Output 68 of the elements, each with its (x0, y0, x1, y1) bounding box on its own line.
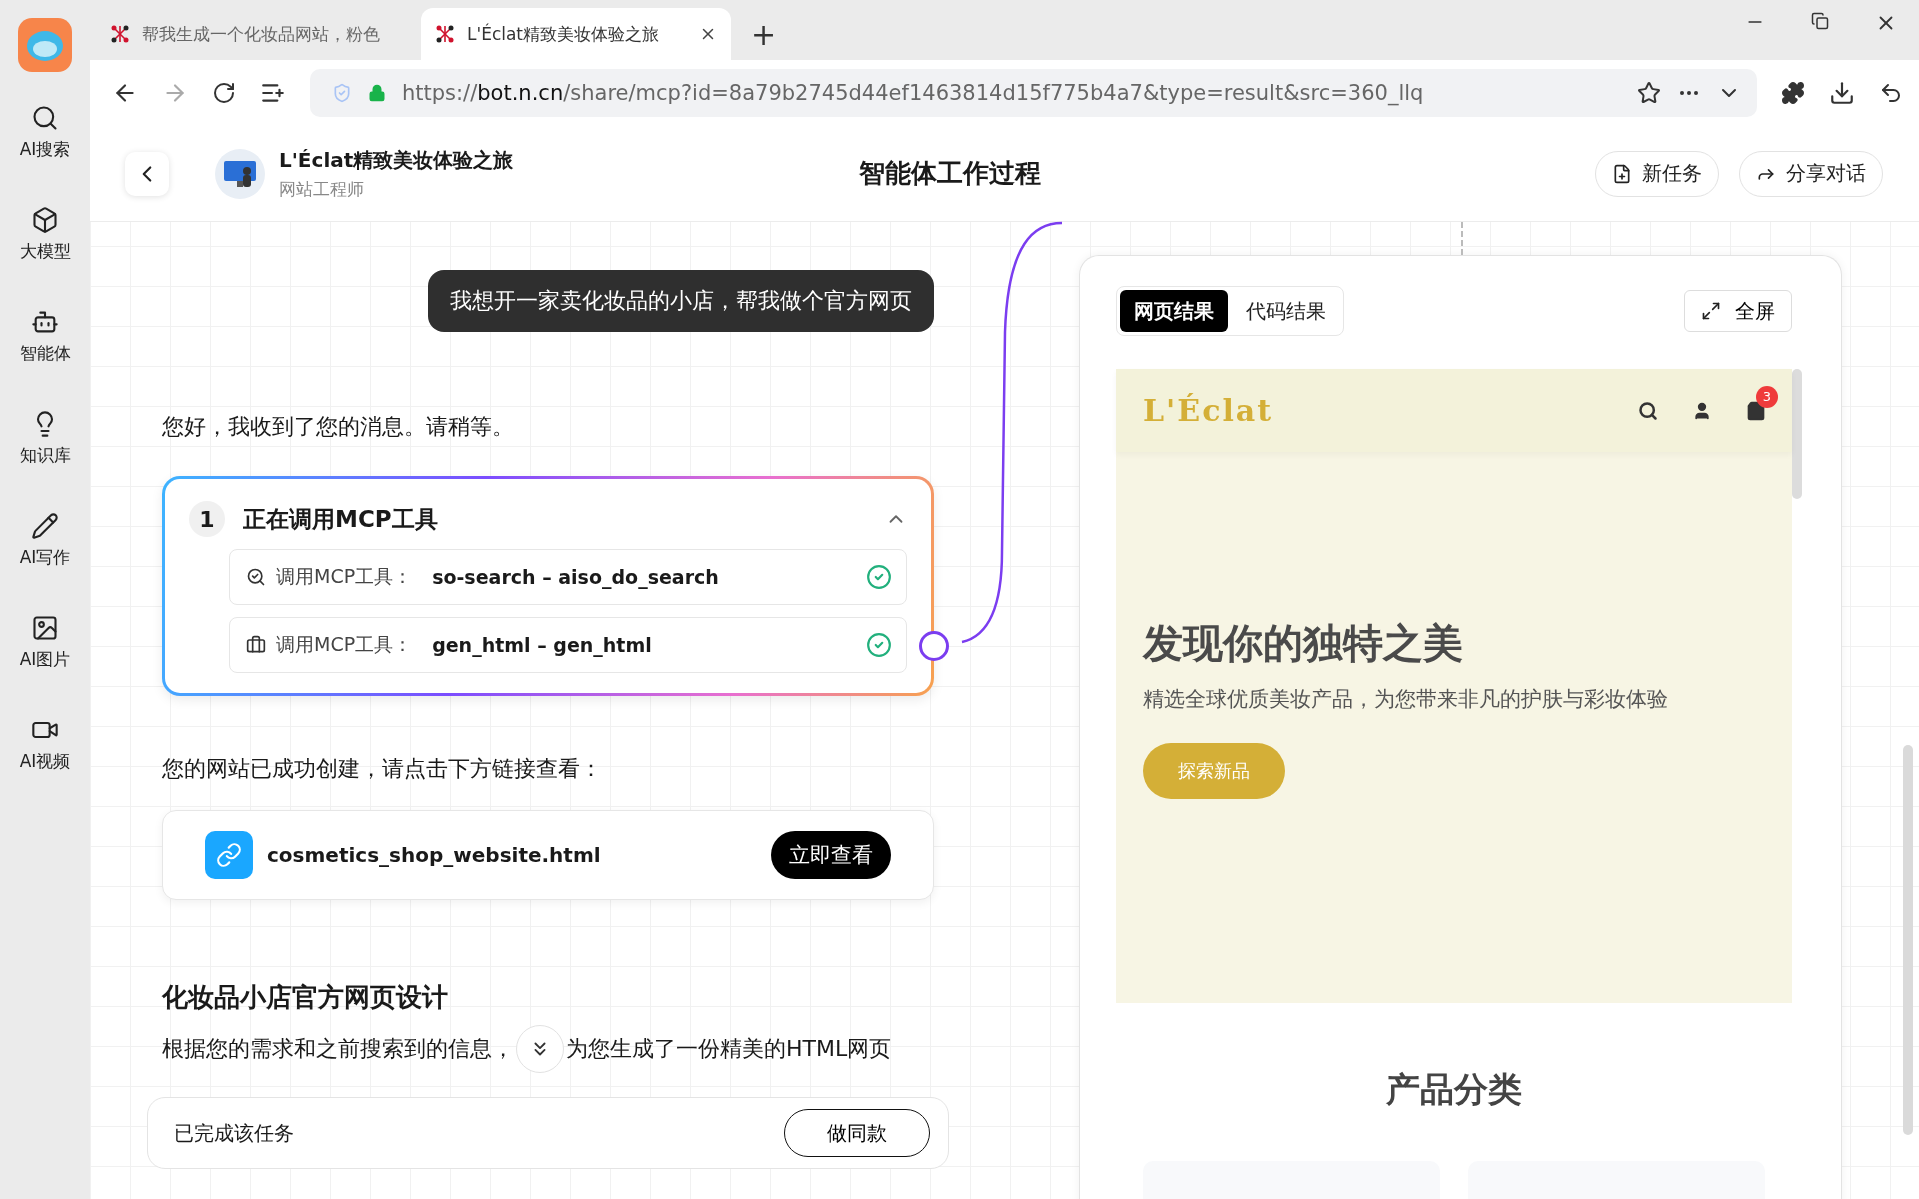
star-icon[interactable] (1637, 81, 1661, 105)
file-name: cosmetics_shop_website.html (267, 843, 602, 867)
back-button[interactable] (125, 151, 169, 196)
search-icon[interactable] (1638, 400, 1658, 421)
header-button[interactable]: 新任务 (1595, 150, 1719, 197)
cart-count-badge: 3 (1756, 385, 1778, 408)
chat-title: L'Éclat精致美妆体验之旅 (279, 146, 515, 174)
tool-call-label: 调用MCP工具： (276, 564, 413, 589)
new-tab-button[interactable]: + (751, 17, 777, 52)
section-text: 为您生成了一份精美的HTML网页 (566, 1035, 892, 1063)
expand-icon (1701, 301, 1721, 321)
sidebar-label[interactable]: AI写作 (19, 546, 71, 569)
scrollbar[interactable] (1792, 369, 1802, 499)
chain-link-icon (216, 842, 242, 868)
scrollbar[interactable] (1903, 745, 1913, 1135)
chat-subtitle: 网站工程师 (279, 177, 365, 201)
extension-icon[interactable] (1781, 81, 1805, 105)
tool-call-label: 调用MCP工具： (276, 632, 413, 657)
shopping-bag-icon[interactable] (1746, 400, 1766, 421)
hero-title: 发现你的独特之美 (1143, 619, 1464, 668)
page-title: 智能体工作过程 (859, 157, 1042, 190)
url-text: https://bot.n.cn/share/mcp?id=8a79b2745d44ef1463814d15f775b4a7&type=result&src=360_llq (402, 81, 1425, 105)
browser-tab[interactable]: L'Éclat精致美妆体验之旅 (421, 8, 731, 60)
task-status: 已完成该任务 (174, 1119, 295, 1147)
header-button[interactable]: 分享对话 (1739, 150, 1883, 197)
lock-icon (368, 84, 386, 102)
search-icon (246, 567, 266, 587)
sidebar-label[interactable]: 大模型 (19, 240, 71, 263)
make-same-button[interactable]: 做同款 (784, 1109, 930, 1157)
result-message: 您的网站已成功创建，请点击下方链接查看： (162, 755, 603, 783)
sidebar-label[interactable]: 知识库 (19, 444, 71, 467)
cube-icon[interactable] (31, 206, 59, 234)
tool-name: gen_html – gen_html (432, 634, 653, 656)
download-icon[interactable] (1829, 80, 1855, 106)
briefcase-icon (246, 635, 266, 655)
user-message: 我想开一家卖化妆品的小店，帮我做个官方网页 (428, 270, 934, 332)
image-icon[interactable] (31, 614, 59, 642)
scroll-down-button[interactable] (516, 1025, 564, 1073)
restore-icon[interactable] (1811, 12, 1829, 30)
sidebar-label[interactable]: 智能体 (19, 342, 71, 365)
avatar (215, 148, 265, 199)
sidebar-label[interactable]: AI视频 (19, 750, 71, 773)
undo-icon[interactable] (1879, 81, 1903, 105)
pencil-icon[interactable] (31, 512, 59, 540)
tool-call-row[interactable]: 调用MCP工具： so-search – aiso_do_search (229, 549, 907, 605)
assistant-reply: 您好，我收到了您的消息。请稍等。 (162, 413, 515, 441)
view-button[interactable]: 立即查看 (771, 831, 891, 879)
step-title: 正在调用MCP工具 (243, 504, 439, 534)
view-tab[interactable]: 网页结果 (1120, 290, 1228, 332)
search-icon[interactable] (31, 104, 59, 132)
step-number: 1 (189, 501, 225, 537)
hero-text: 精选全球优质美妆产品，为您带来非凡的护肤与彩妆体验 (1143, 686, 1669, 713)
tool-name: so-search – aiso_do_search (432, 566, 720, 588)
browser-tab[interactable]: 帮我生成一个化妆品网站，粉色 (96, 8, 421, 60)
tool-call-row[interactable]: 调用MCP工具： gen_html – gen_html (229, 617, 907, 673)
network-icon (435, 24, 455, 44)
reload-icon[interactable] (212, 81, 236, 105)
user-icon[interactable] (1692, 400, 1712, 421)
shield-icon (332, 83, 352, 103)
fullscreen-button[interactable]: 全屏 (1684, 290, 1792, 332)
category-title: 产品分类 (1386, 1068, 1522, 1111)
section-title: 化妆品小店官方网页设计 (162, 981, 449, 1014)
new-file-icon (1612, 163, 1632, 184)
sidebar-label[interactable]: AI搜索 (19, 138, 71, 161)
network-icon (110, 24, 130, 44)
section-text: 根据您的需求和之前搜索到的信息， (162, 1035, 514, 1063)
address-bar[interactable]: https://bot.n.cn/share/mcp?id=8a79b2745d44ef1463814d15f775b4a7&type=result&src=360_llq (310, 69, 1757, 117)
sidebar-label[interactable]: AI图片 (19, 648, 71, 671)
